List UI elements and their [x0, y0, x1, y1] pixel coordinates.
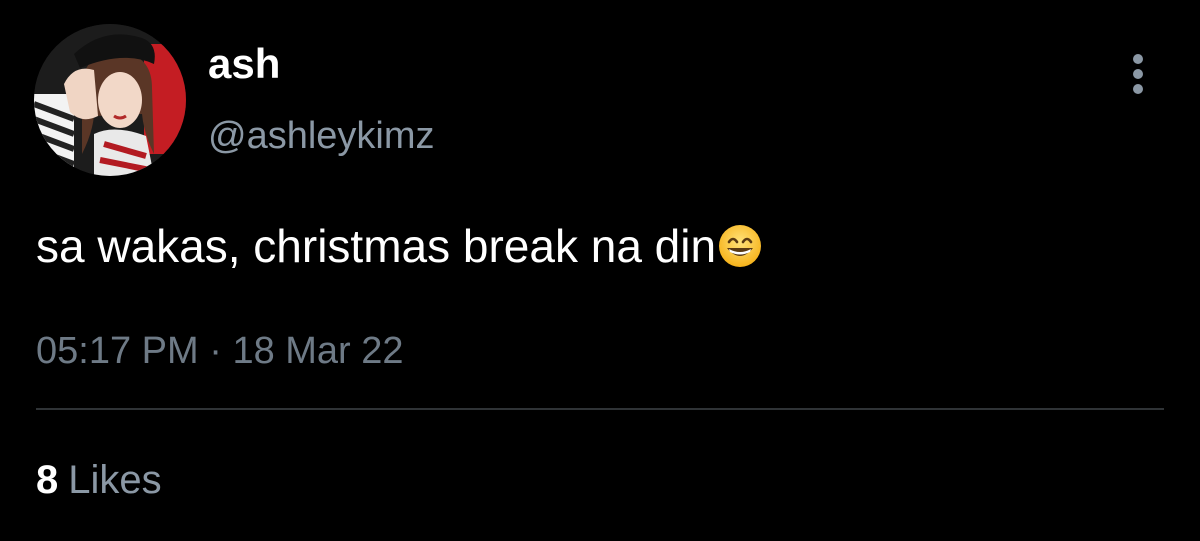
more-dot [1133, 69, 1143, 79]
avatar-photo-icon [34, 24, 186, 176]
more-options-button[interactable] [1120, 52, 1156, 96]
tweet-card: ash @ashleykimz sa wakas, christmas brea… [0, 0, 1200, 541]
tweet-body: sa wakas, christmas break na din [36, 218, 762, 280]
likes-link[interactable]: 8 Likes [36, 456, 162, 504]
more-dot [1133, 84, 1143, 94]
timestamp-separator: · [209, 330, 222, 372]
avatar[interactable] [34, 24, 186, 176]
display-name[interactable]: ash [208, 40, 280, 88]
tweet-time: 05:17 PM [36, 330, 199, 372]
tweet-timestamp[interactable]: 05:17 PM · 18 Mar 22 [36, 328, 404, 374]
tweet-text: sa wakas, christmas break na din [36, 220, 717, 272]
grinning-face-with-smiling-eyes-icon [718, 224, 762, 280]
likes-label: Likes [68, 458, 162, 502]
user-handle[interactable]: @ashleykimz [208, 114, 435, 158]
likes-count: 8 [36, 458, 59, 502]
tweet-date: 18 Mar 22 [232, 330, 404, 372]
more-vertical-icon [1133, 54, 1143, 64]
divider [36, 408, 1164, 410]
